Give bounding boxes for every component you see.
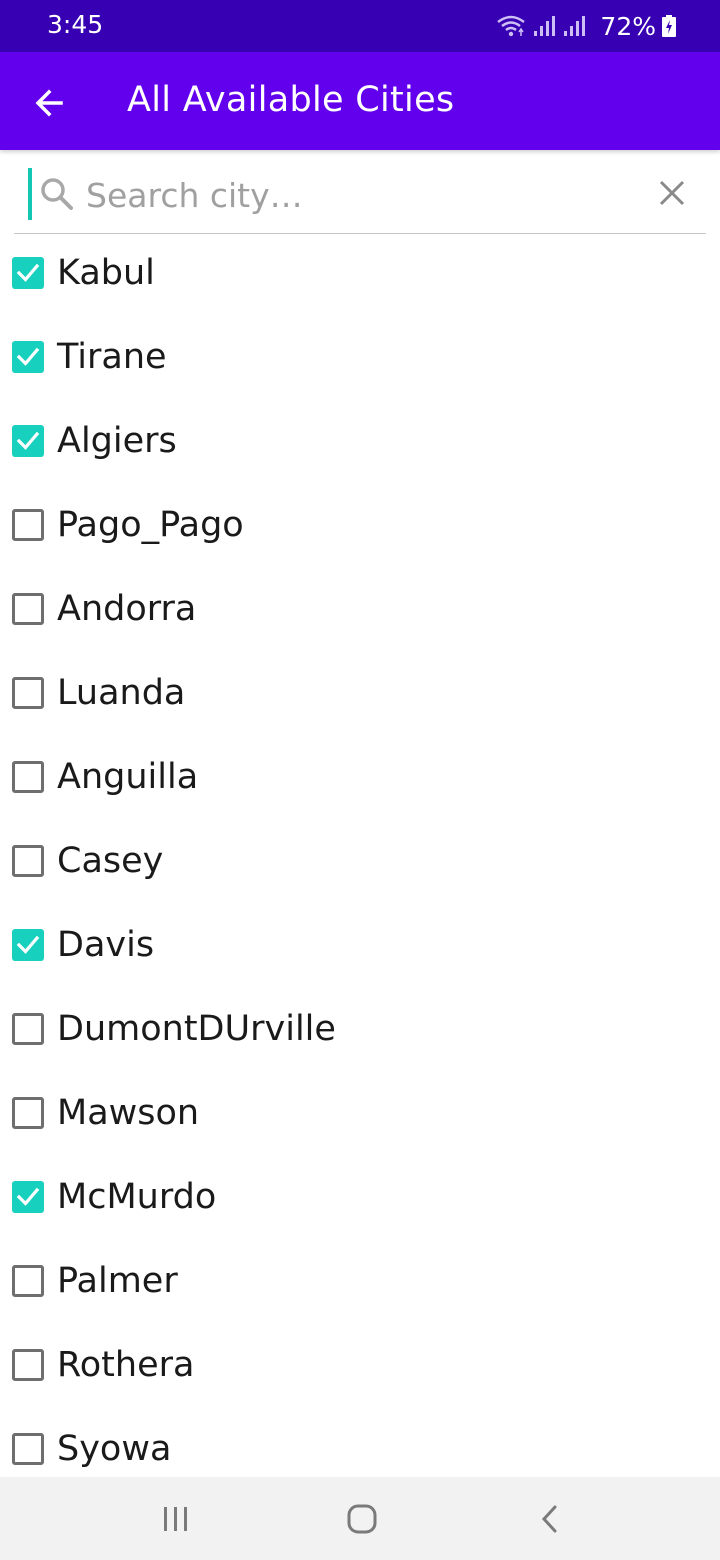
checkbox-checked[interactable] [12,257,44,289]
signal-icon [534,16,556,36]
checkbox-unchecked[interactable] [12,509,44,541]
checkbox-unchecked[interactable] [12,1097,44,1129]
checkbox-unchecked[interactable] [12,761,44,793]
arrow-back-icon [35,89,63,117]
city-list-item[interactable]: Anguilla [0,735,720,819]
text-cursor [28,168,32,220]
checkbox-checked[interactable] [12,1181,44,1213]
home-button[interactable] [338,1495,386,1543]
city-label: McMurdo [57,1177,217,1217]
city-list-item[interactable]: Casey [0,819,720,903]
city-list-item[interactable]: Mawson [0,1071,720,1155]
checkmark-icon [16,263,40,282]
city-label: Palmer [57,1261,178,1301]
search-bar [14,151,706,234]
status-bar: 3:45 72% [0,0,720,52]
status-time: 3:45 [47,10,104,39]
city-label: Rothera [57,1345,195,1385]
app-bar: All Available Cities [0,52,720,150]
checkbox-unchecked[interactable] [12,845,44,877]
signal-icon [564,16,586,36]
city-list-item[interactable]: Luanda [0,651,720,735]
city-label: Luanda [57,673,186,713]
checkbox-checked[interactable] [12,425,44,457]
city-list-item[interactable]: Pago_Pago [0,483,720,567]
checkmark-icon [16,1187,40,1206]
city-list-item[interactable]: McMurdo [0,1155,720,1239]
checkbox-unchecked[interactable] [12,1013,44,1045]
city-list-item[interactable]: Rothera [0,1323,720,1407]
recent-apps-icon [164,1507,187,1531]
wifi-icon [497,15,526,37]
checkbox-unchecked[interactable] [12,1433,44,1465]
close-icon [659,180,685,206]
city-list: Kabul Tirane Algiers Pago_Pago Andorra Luanda… [0,231,720,1477]
city-label: Andorra [57,589,197,629]
city-list-item[interactable]: Syowa [0,1407,720,1477]
status-icons: 72% [496,10,676,42]
search-icon [41,178,73,210]
back-icon [541,1505,557,1533]
recent-apps-button[interactable] [152,1495,200,1543]
battery-charging-icon [662,15,676,37]
city-list-item[interactable]: Davis [0,903,720,987]
battery-percent: 72% [600,11,656,41]
checkbox-unchecked[interactable] [12,593,44,625]
checkmark-icon [16,431,40,450]
city-label: Syowa [57,1429,172,1469]
city-label: Algiers [57,421,177,461]
navigation-bar [0,1477,720,1560]
city-label: Anguilla [57,757,199,797]
checkbox-unchecked[interactable] [12,1265,44,1297]
city-list-item[interactable]: Tirane [0,315,720,399]
city-list-item[interactable]: Andorra [0,567,720,651]
checkbox-unchecked[interactable] [12,677,44,709]
city-label: DumontDUrville [57,1009,336,1049]
city-label: Mawson [57,1093,200,1133]
city-list-item[interactable]: DumontDUrville [0,987,720,1071]
city-list-item[interactable]: Palmer [0,1239,720,1323]
system-back-button[interactable] [526,1495,574,1543]
city-list-item[interactable]: Algiers [0,399,720,483]
checkbox-checked[interactable] [12,341,44,373]
checkbox-unchecked[interactable] [12,1349,44,1381]
city-label: Casey [57,841,164,881]
search-input[interactable] [86,169,626,221]
city-label: Pago_Pago [57,505,244,545]
city-list-item[interactable]: Kabul [0,231,720,315]
city-label: Davis [57,925,155,965]
checkmark-icon [16,347,40,366]
back-button[interactable] [22,76,76,130]
city-label: Tirane [57,337,167,377]
clear-search-button[interactable] [650,171,694,215]
checkmark-icon [16,935,40,954]
home-icon [347,1504,377,1534]
city-label: Kabul [57,253,155,293]
page-title: All Available Cities [127,80,455,120]
checkbox-checked[interactable] [12,929,44,961]
